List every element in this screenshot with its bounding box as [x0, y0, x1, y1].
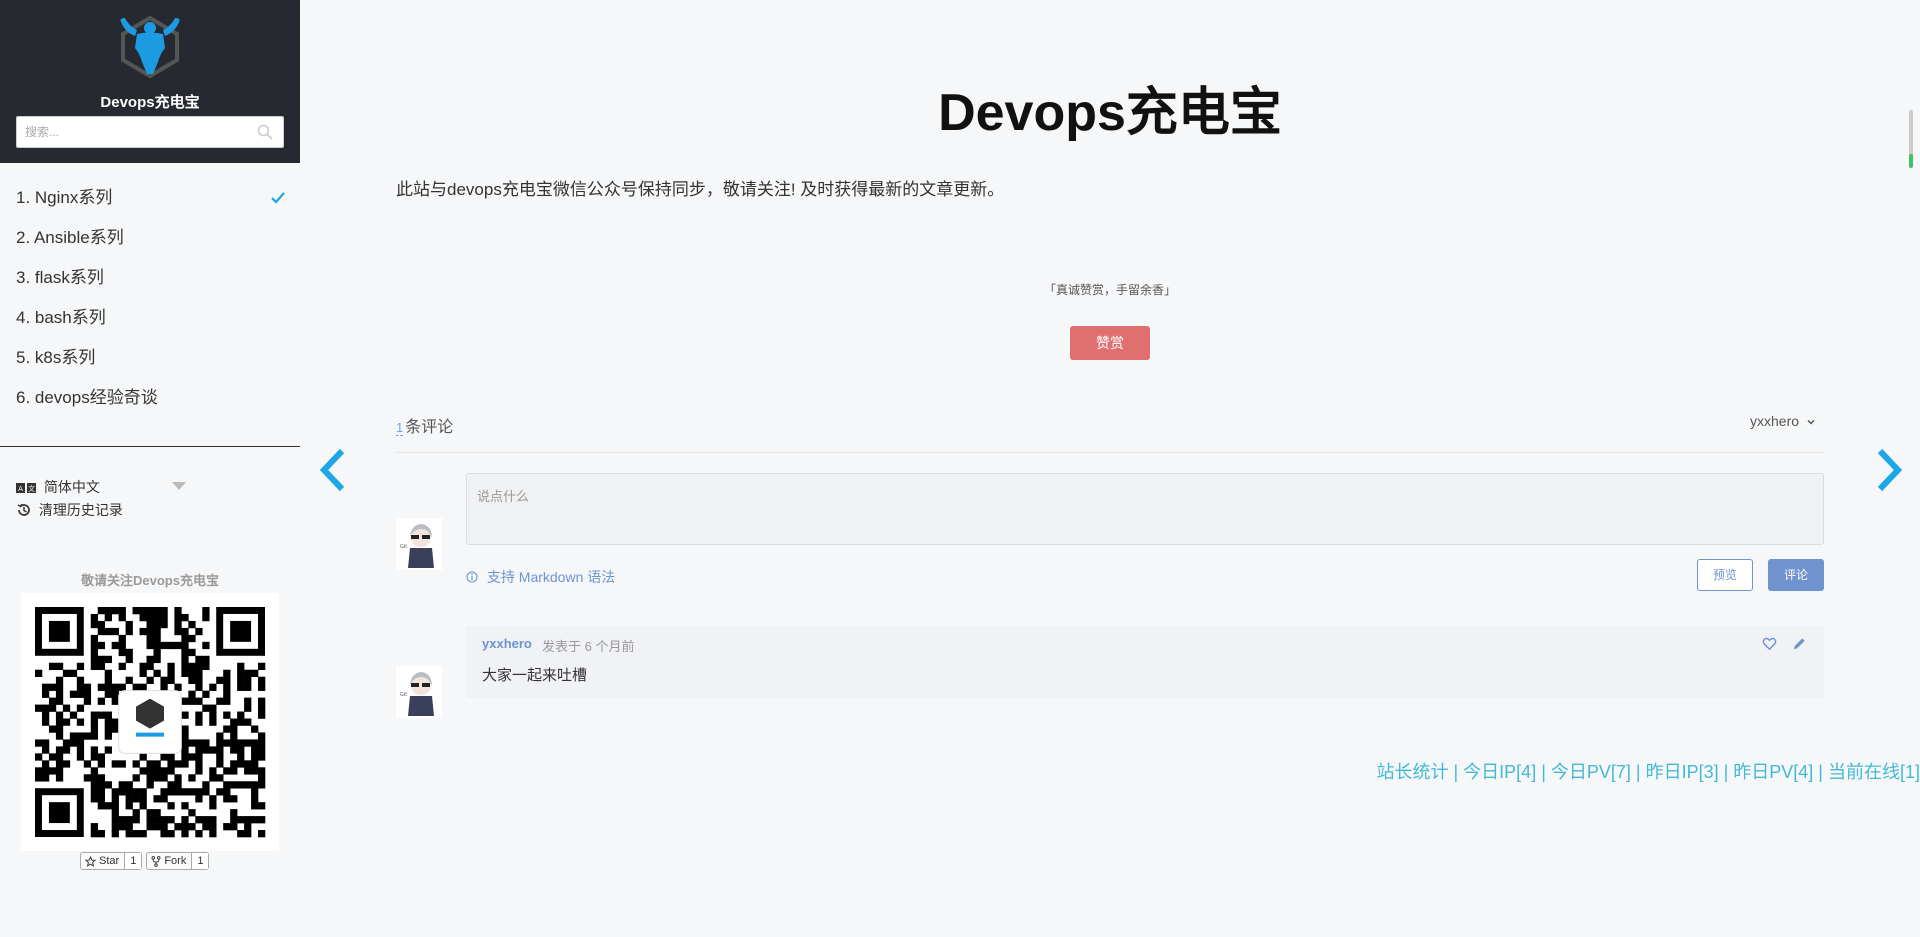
site-stats[interactable]: 站长统计 | 今日IP[4] | 今日PV[7] | 昨日IP[3] | 昨日P… [1377, 758, 1920, 784]
info-icon [466, 571, 478, 583]
svg-text:文: 文 [28, 484, 35, 493]
toc-list: 1. Nginx系列 2. Ansible系列 3. flask系列 4. ba… [0, 178, 300, 418]
github-buttons: Star 1 Fork 1 [80, 852, 210, 870]
toc-item-flask[interactable]: 3. flask系列 [0, 258, 300, 298]
qr-code [21, 593, 279, 851]
search-input[interactable] [17, 117, 247, 147]
comment-count-suffix: 条评论 [405, 419, 454, 436]
comment-author[interactable]: yxxhero [482, 636, 532, 651]
toc-item-label: 4. bash系列 [16, 308, 106, 327]
markdown-hint-link[interactable]: 支持 Markdown 语法 [466, 567, 615, 587]
comment-count-number: 1 [396, 420, 404, 436]
svg-text:Git: Git [400, 692, 407, 698]
search-box[interactable] [16, 116, 284, 148]
logo-icon[interactable] [115, 14, 185, 80]
language-select[interactable]: A 文 简体中文 [16, 477, 100, 497]
user-menu[interactable]: yxxhero [1750, 413, 1816, 429]
comment-divider [396, 452, 1824, 453]
toc-item-bash[interactable]: 4. bash系列 [0, 298, 300, 338]
star-label: Star [99, 855, 120, 867]
toc-item-label: 2. Ansible系列 [16, 228, 124, 247]
comment-meta: 发表于 6 个月前 [542, 639, 635, 654]
sidebar: Devops充电宝 1. Nginx系列 2. Ansible系列 3. fla… [0, 0, 300, 937]
submit-comment-button[interactable]: 评论 [1768, 559, 1824, 591]
chevron-left-icon[interactable] [318, 446, 348, 494]
comment-item: yxxhero 发表于 6 个月前 大家一起来吐槽 [466, 626, 1824, 698]
check-icon [271, 192, 285, 204]
comment-text: 大家一起来吐槽 [482, 667, 588, 684]
reward-text: 「真诚赞赏，手留余香」 [1043, 283, 1176, 297]
preview-button[interactable]: 预览 [1697, 559, 1753, 591]
avatar: Git [396, 518, 442, 570]
sidebar-header: Devops充电宝 [0, 0, 300, 163]
scroll-indicator[interactable] [1909, 110, 1913, 168]
reward-button[interactable]: 赞赏 [1070, 326, 1150, 360]
toc-item-k8s[interactable]: 5. k8s系列 [0, 338, 300, 378]
user-name: yxxhero [1750, 413, 1800, 429]
edit-icon[interactable] [1792, 636, 1807, 651]
fork-icon [151, 855, 161, 867]
heart-icon[interactable] [1762, 636, 1777, 651]
chevron-right-icon[interactable] [1874, 446, 1904, 494]
toc-item-nginx[interactable]: 1. Nginx系列 [0, 178, 300, 218]
search-icon[interactable] [257, 124, 273, 140]
fork-count: 1 [192, 853, 209, 869]
translate-icon: A 文 [16, 483, 36, 493]
github-star-button[interactable]: Star 1 [80, 852, 143, 870]
history-label: 清理历史记录 [38, 502, 123, 518]
toc-item-label: 1. Nginx系列 [16, 188, 113, 207]
toc-item-label: 5. k8s系列 [16, 348, 96, 367]
comment-textarea[interactable] [466, 473, 1824, 545]
chevron-down-icon [1807, 419, 1815, 425]
sidebar-divider [0, 446, 300, 447]
chevron-down-icon[interactable] [172, 482, 186, 490]
clear-history-link[interactable]: 清理历史记录 [16, 500, 123, 520]
fork-label: Fork [164, 855, 187, 867]
comment-count: 1 条评论 [396, 413, 453, 437]
toc-item-devops[interactable]: 6. devops经验奇谈 [0, 378, 300, 418]
svg-text:A: A [18, 485, 23, 493]
intro-text: 此站与devops充电宝微信公众号保持同步，敬请关注! 及时获得最新的文章更新。 [396, 180, 1005, 199]
toc-item-label: 3. flask系列 [16, 268, 104, 287]
language-label: 简体中文 [43, 479, 100, 495]
follow-text: 敬请关注Devops充电宝 [81, 573, 219, 588]
svg-text:Git: Git [400, 544, 407, 550]
avatar: Git [396, 666, 442, 718]
site-name[interactable]: Devops充电宝 [0, 91, 300, 112]
markdown-hint-label: 支持 Markdown 语法 [486, 569, 616, 585]
star-count: 1 [125, 853, 142, 869]
github-fork-button[interactable]: Fork 1 [146, 852, 210, 870]
star-icon [85, 855, 96, 867]
page-title: Devops充电宝 [938, 84, 1282, 142]
history-icon [17, 503, 30, 516]
toc-item-label: 6. devops经验奇谈 [16, 388, 158, 407]
toc-item-ansible[interactable]: 2. Ansible系列 [0, 218, 300, 258]
